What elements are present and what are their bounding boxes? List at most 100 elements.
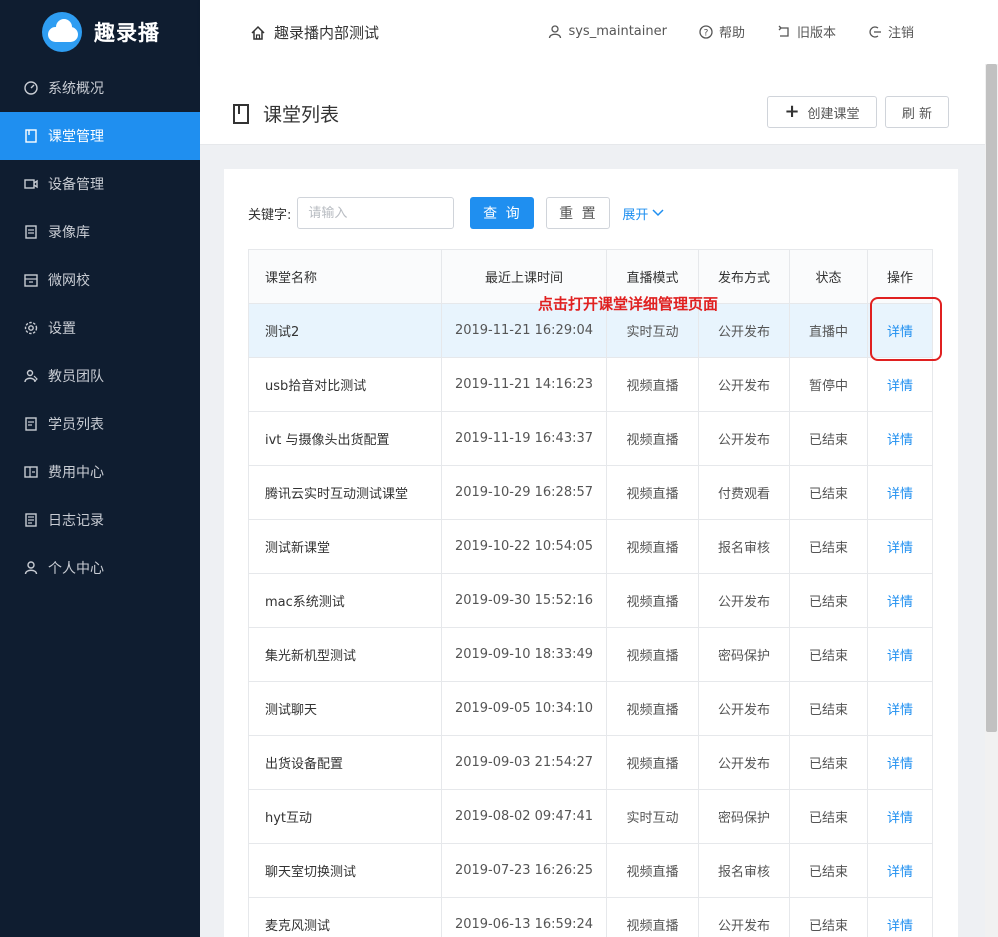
detail-link[interactable]: 详情 [887, 429, 913, 448]
brand-name: 趣录播 [94, 21, 160, 45]
user-icon [24, 561, 38, 575]
table-row[interactable]: ivt 与摄像头出货配置 2019-11-19 16:43:37 视频直播 公开发布已… [249, 411, 932, 465]
cell-status: 已结束 [790, 628, 868, 681]
table-row[interactable]: 测试聊天 2019-09-05 10:34:10 视频直播 公开发布 已结束 详情 [249, 681, 932, 735]
column-header-action: 操作 [886, 271, 913, 286]
top-header: 趣录播内部测试 sys_maintainer ? 帮助 旧版本 注销 [200, 0, 998, 64]
sidebar-item-billing[interactable]: 费用中心 [0, 448, 200, 496]
table-row[interactable]: 腾讯云实时互动测试课堂 2019-10-29 16:28:57 视频直播 付费观看 已结… [249, 465, 932, 519]
table-row[interactable]: 麦克风测试 2019-06-13 16:59:24 视频直播 公开发布 已结束 详情 [249, 897, 932, 937]
cell-status: 已结束 [790, 844, 868, 897]
user-menu[interactable]: sys_maintainer [548, 24, 667, 39]
header-title-text: 趣录播内部测试 [274, 24, 380, 42]
scrollbar-thumb[interactable] [986, 64, 997, 732]
cell-live-mode: 视频直播 [607, 466, 699, 519]
expand-filters-toggle[interactable]: 展开 [622, 204, 664, 223]
library-icon [24, 225, 38, 239]
query-button[interactable]: 查 询 [470, 197, 535, 229]
school-icon [24, 273, 38, 287]
cell-status: 已结束 [790, 520, 868, 573]
table-row[interactable]: mac系统测试 2019-09-30 15:52:16 视频直播 公开发布 已结束 详情 [249, 573, 932, 627]
cell-last-time: 2019-10-22 10:54:05 [442, 520, 607, 573]
cell-last-time: 2019-09-30 15:52:16 [442, 574, 607, 627]
reset-button[interactable]: 重 置 [546, 197, 611, 229]
detail-link[interactable]: 详情 [887, 483, 913, 502]
sidebar-item-library[interactable]: 录像库 [0, 208, 200, 256]
sidebar-item-profile[interactable]: 个人中心 [0, 544, 200, 592]
cell-status: 已结束 [790, 736, 868, 789]
cell-publish-method: 公开发布 [699, 682, 790, 735]
sidebar-item-label: 教员团队 [48, 369, 104, 385]
annotation-highlight-box [870, 297, 942, 361]
sidebar-item-settings[interactable]: 设置 [0, 304, 200, 352]
detail-link[interactable]: 详情 [887, 375, 913, 394]
table-row[interactable]: 出货设备配置 2019-09-03 21:54:27 视频直播 公开发布 已结束 详情 [249, 735, 932, 789]
cell-status: 已结束 [790, 898, 868, 937]
cell-publish-method: 公开发布 [699, 412, 790, 465]
sidebar-item-label: 课堂管理 [48, 129, 104, 145]
help-link[interactable]: ? 帮助 [699, 22, 745, 41]
sidebar-item-label: 设备管理 [48, 177, 104, 193]
detail-link[interactable]: 详情 [887, 537, 913, 556]
sidebar-item-team[interactable]: 教员团队 [0, 352, 200, 400]
detail-link[interactable]: 详情 [887, 591, 913, 610]
table-row[interactable]: usb拾音对比测试 2019-11-21 14:16:23 视频直播 公开发布 暂停中详… [249, 357, 932, 411]
sidebar-item-classes[interactable]: 课堂管理 [0, 112, 200, 160]
column-header-name: 课堂名称 [249, 250, 442, 303]
list-icon [24, 417, 38, 431]
brand-logo-icon [42, 12, 82, 52]
logout-link[interactable]: 注销 [868, 22, 914, 41]
cell-class-name: 测试聊天 [249, 682, 442, 735]
old-version-link[interactable]: 旧版本 [777, 22, 836, 41]
create-class-button[interactable]: + 创建课堂 [767, 96, 877, 128]
cell-status: 直播中 [790, 304, 868, 357]
sidebar-item-students[interactable]: 学员列表 [0, 400, 200, 448]
cell-action: 详情 [868, 682, 932, 735]
sidebar-item-logs[interactable]: 日志记录 [0, 496, 200, 544]
cell-live-mode: 视频直播 [607, 628, 699, 681]
detail-link[interactable]: 详情 [887, 861, 913, 880]
table-row[interactable]: 测试新课堂 2019-10-22 10:54:05 视频直播 报名审核 已结束 详情 [249, 519, 932, 573]
back-icon [778, 25, 789, 37]
header-title[interactable]: 趣录播内部测试 [250, 22, 379, 43]
cell-action: 详情 [868, 466, 932, 519]
chevron-down-icon [652, 209, 664, 217]
cell-action: 详情 [868, 844, 932, 897]
detail-link[interactable]: 详情 [887, 699, 913, 718]
cell-action: 详情 [868, 790, 932, 843]
detail-link[interactable]: 详情 [887, 753, 913, 772]
detail-link[interactable]: 详情 [887, 807, 913, 826]
cell-last-time: 2019-09-03 21:54:27 [442, 736, 607, 789]
dashboard-icon [24, 81, 38, 95]
class-table: 课堂名称 最近上课时间 直播模式 发布方式 状态 操作 测试2 2019-11-2… [248, 249, 933, 937]
billing-icon [24, 465, 38, 479]
cell-live-mode: 视频直播 [607, 574, 699, 627]
table-row[interactable]: 集光新机型测试 2019-09-10 18:33:49 视频直播 密码保护 已结束 详情 [249, 627, 932, 681]
sidebar-item-school[interactable]: 微网校 [0, 256, 200, 304]
cell-live-mode: 视频直播 [607, 520, 699, 573]
sidebar-item-devices[interactable]: 设备管理 [0, 160, 200, 208]
detail-link[interactable]: 详情 [887, 915, 913, 934]
book-icon [233, 103, 249, 124]
cell-live-mode: 视频直播 [607, 412, 699, 465]
sidebar: 趣录播 系统概况 课堂管理 设备管理 录像库 微网校 设置 教员团队 学员列表 … [0, 0, 200, 937]
cell-class-name: 集光新机型测试 [249, 628, 442, 681]
cell-live-mode: 视频直播 [607, 682, 699, 735]
sidebar-item-label: 系统概况 [48, 81, 104, 97]
table-row[interactable]: hyt互动 2019-08-02 09:47:41 实时互动 密码保护 已结束 详情 [249, 789, 932, 843]
brand[interactable]: 趣录播 [0, 0, 200, 64]
sidebar-item-overview[interactable]: 系统概况 [0, 64, 200, 112]
table-row[interactable]: 聊天室切换测试 2019-07-23 16:26:25 视频直播 报名审核 已结束 详情 [249, 843, 932, 897]
page-scrollbar[interactable] [985, 64, 998, 937]
log-icon [24, 513, 38, 527]
camera-icon [24, 177, 38, 191]
cell-class-name: usb拾音对比测试 [249, 358, 442, 411]
user-icon [549, 24, 562, 38]
cell-publish-method: 密码保护 [699, 628, 790, 681]
refresh-button[interactable]: 刷 新 [885, 96, 949, 128]
sidebar-item-label: 个人中心 [48, 561, 104, 577]
gear-icon [24, 321, 38, 335]
keyword-input[interactable] [297, 197, 455, 229]
cell-action: 详情 [868, 628, 932, 681]
detail-link[interactable]: 详情 [887, 645, 913, 664]
